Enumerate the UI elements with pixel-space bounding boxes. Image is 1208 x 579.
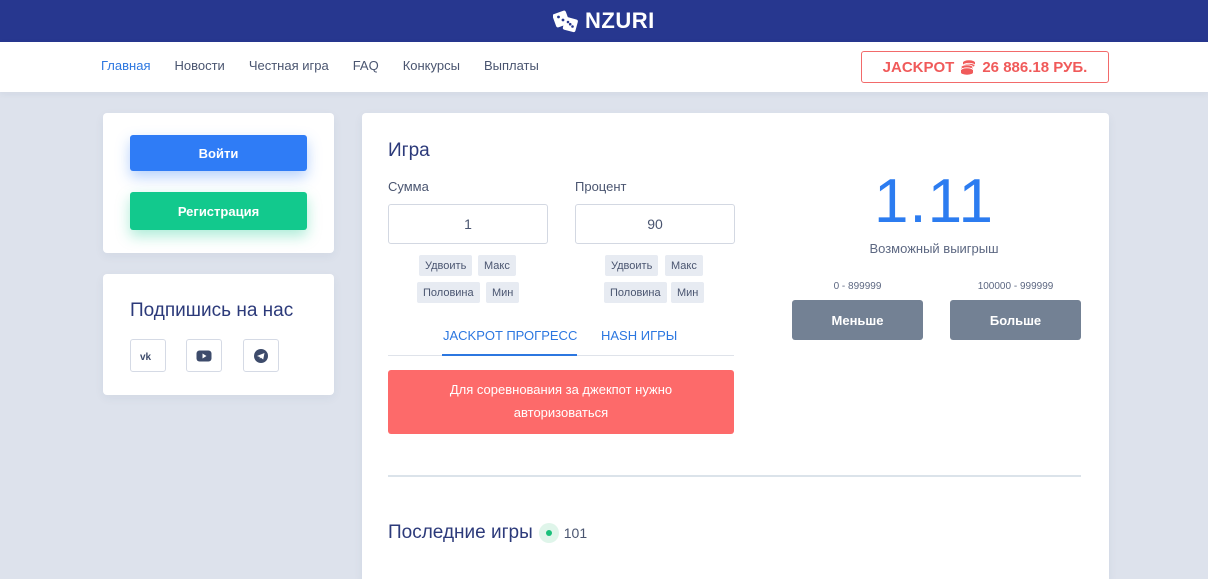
amount-max-button[interactable]: Макс xyxy=(478,255,516,276)
nav-item-contests[interactable]: Конкурсы xyxy=(403,58,460,73)
alert-line-2: авторизоваться xyxy=(513,405,609,420)
bet-higher-button[interactable]: Больше xyxy=(950,300,1081,340)
youtube-icon xyxy=(196,350,212,361)
jackpot-label: JACKPOT xyxy=(882,58,955,76)
online-indicator-icon xyxy=(538,523,559,543)
top-header: NZURI xyxy=(0,0,1208,42)
game-title: Игра xyxy=(388,140,430,161)
amount-label: Сумма xyxy=(388,179,429,194)
payout-value: 1.11 xyxy=(873,167,995,236)
nav-menu: Главная Новости Честная игра FAQ Конкурс… xyxy=(101,58,563,73)
amount-input[interactable] xyxy=(388,204,548,244)
brand-name: NZURI xyxy=(585,8,655,33)
percent-input[interactable] xyxy=(575,204,735,244)
svg-text:vk: vk xyxy=(140,352,152,361)
amount-double-button[interactable]: Удвоить xyxy=(419,255,473,276)
tab-hash-games[interactable]: HASH ИГРЫ xyxy=(601,328,677,343)
nav-item-news[interactable]: Новости xyxy=(174,58,224,73)
telegram-button[interactable] xyxy=(243,339,279,372)
lower-range: 0 - 899999 xyxy=(833,281,882,292)
online-count: 101 xyxy=(563,525,588,541)
main-navbar: Главная Новости Честная игра FAQ Конкурс… xyxy=(0,42,1208,92)
percent-double-button[interactable]: Удвоить xyxy=(605,255,659,276)
percent-half-button[interactable]: Половина xyxy=(604,282,667,303)
bet-lower-button[interactable]: Меньше xyxy=(792,300,923,340)
vk-icon: vk xyxy=(140,352,152,361)
brand-logo[interactable]: NZURI xyxy=(553,6,655,36)
payout-label: Возможный выигрыш xyxy=(869,241,999,256)
vk-button[interactable]: vk xyxy=(130,339,166,372)
nav-item-home[interactable]: Главная xyxy=(101,58,150,73)
telegram-icon xyxy=(254,348,268,363)
nav-item-faq[interactable]: FAQ xyxy=(353,58,379,73)
higher-range: 100000 - 999999 xyxy=(977,281,1054,292)
game-card: Игра Сумма Удвоить Макс Половина Мин Про… xyxy=(362,113,1109,579)
dice-icon xyxy=(553,10,578,33)
social-card: Подпишись на нас vk xyxy=(103,274,334,395)
section-divider xyxy=(388,475,1081,477)
auth-required-alert: Для соревнования за джекпот нужно автори… xyxy=(388,370,734,434)
percent-min-button[interactable]: Мин xyxy=(671,282,705,303)
coins-icon xyxy=(960,60,976,75)
amount-min-button[interactable]: Мин xyxy=(486,282,520,303)
register-button[interactable]: Регистрация xyxy=(130,192,307,230)
last-games-header: Последние игры 101 xyxy=(388,522,587,544)
auth-card: Войти Регистрация xyxy=(103,113,334,253)
social-title: Подпишись на нас xyxy=(130,300,294,321)
youtube-button[interactable] xyxy=(186,339,222,372)
alert-line-1: Для соревнования за джекпот нужно xyxy=(449,382,673,397)
nav-item-payouts[interactable]: Выплаты xyxy=(484,58,539,73)
percent-label: Процент xyxy=(575,179,627,194)
jackpot-badge[interactable]: JACKPOT 26 886.18 РУБ. xyxy=(861,51,1109,83)
active-tab-indicator xyxy=(442,354,577,356)
amount-half-button[interactable]: Половина xyxy=(417,282,480,303)
tab-jackpot-progress[interactable]: JACKPOT ПРОГРЕСС xyxy=(443,328,577,343)
percent-max-button[interactable]: Макс xyxy=(665,255,703,276)
nav-item-fair-play[interactable]: Честная игра xyxy=(249,58,329,73)
jackpot-amount: 26 886.18 РУБ. xyxy=(982,58,1088,76)
login-button[interactable]: Войти xyxy=(130,135,307,171)
last-games-title: Последние игры xyxy=(388,522,533,543)
